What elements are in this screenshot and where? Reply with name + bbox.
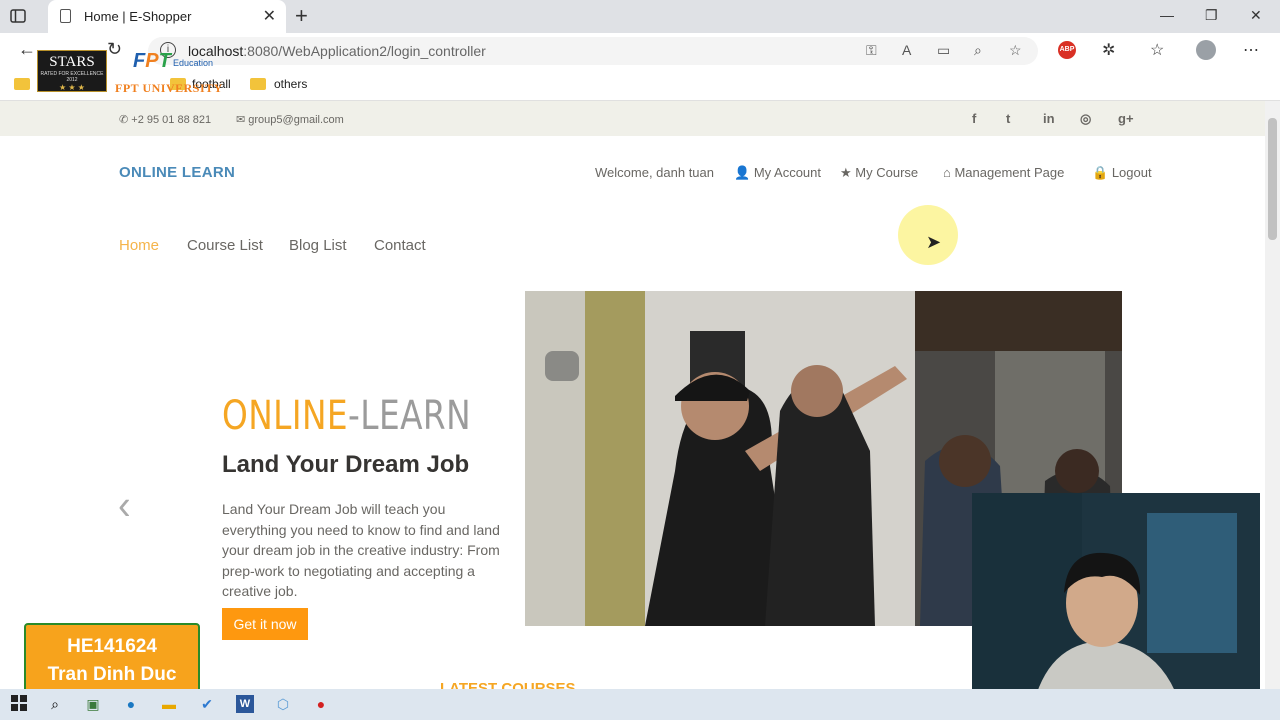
immersive-reader-icon[interactable]: ▭ — [937, 42, 950, 59]
dribbble-icon[interactable]: ◎ — [1080, 111, 1091, 127]
bookmark-others[interactable]: others — [274, 77, 307, 91]
logout-link[interactable]: 🔒 Logout — [1092, 165, 1152, 181]
facebook-icon[interactable]: f — [972, 111, 976, 126]
browser-tab-active[interactable]: Home | E-Shopper ✕ — [48, 0, 286, 33]
favorite-add-icon[interactable]: ☆ — [1009, 42, 1022, 59]
record-icon[interactable]: ● — [312, 695, 330, 713]
hero-subtitle: Land Your Dream Job — [222, 451, 470, 478]
key-icon[interactable]: ⚿ — [866, 42, 877, 59]
scrollbar-thumb[interactable] — [1268, 118, 1277, 240]
windows-taskbar: ⌕ ▣ ● ▬ ✔ W ⬡ ● — [0, 689, 1280, 720]
student-badge: HE141624 Tran Dinh Duc — [24, 623, 200, 697]
search-icon[interactable]: ⌕ — [46, 695, 64, 713]
google-plus-icon[interactable]: g+ — [1118, 111, 1134, 126]
site-logo[interactable]: ONLINE LEARN — [119, 164, 235, 181]
student-id: HE141624 — [67, 636, 157, 657]
favorites-icon[interactable]: ☆ — [1150, 40, 1164, 60]
refresh-icon[interactable]: ↻ — [107, 39, 122, 60]
student-name: Tran Dinh Duc — [47, 664, 177, 685]
folder-icon[interactable] — [14, 78, 30, 90]
header-top-bar: ✆ +2 95 01 88 821 ✉ group5@gmail.com f t… — [0, 101, 1265, 136]
url-text[interactable]: localhost:8080/WebApplication2/login_con… — [188, 43, 486, 59]
nav-contact[interactable]: Contact — [374, 237, 426, 254]
file-explorer-icon[interactable]: ▬ — [160, 695, 178, 713]
todo-icon[interactable]: ✔ — [198, 695, 216, 713]
nav-home[interactable]: Home — [119, 237, 159, 254]
sidebar-toggle-icon[interactable] — [10, 8, 38, 26]
adblock-icon[interactable]: ABP — [1058, 41, 1076, 59]
nav-course-list[interactable]: Course List — [187, 237, 263, 254]
nav-blog-list[interactable]: Blog List — [289, 237, 347, 254]
twitter-icon[interactable]: t — [1006, 111, 1010, 126]
edge-browser-icon[interactable]: ● — [122, 695, 140, 713]
mouse-cursor-icon: ➤ — [926, 232, 942, 252]
close-tab-icon[interactable]: ✕ — [263, 6, 276, 26]
page-icon — [60, 9, 71, 23]
minimize-icon[interactable]: — — [1160, 7, 1174, 23]
extensions-icon[interactable]: ✲ — [1102, 40, 1115, 60]
tab-title: Home | E-Shopper — [84, 9, 192, 24]
address-bar[interactable]: i localhost:8080/WebApplication2/login_c… — [148, 37, 1038, 65]
welcome-text: Welcome, danh tuan — [595, 165, 714, 180]
latest-courses-heading: LATEST COURSES — [440, 680, 576, 689]
more-menu-icon[interactable]: ⋯ — [1243, 40, 1259, 60]
app-icon[interactable]: ▣ — [84, 695, 102, 713]
management-page-link[interactable]: ⌂ Management Page — [943, 165, 1064, 180]
folder-icon[interactable] — [250, 78, 266, 90]
hero-description: Land Your Dream Job will teach you every… — [222, 501, 500, 599]
profile-avatar[interactable] — [1196, 40, 1216, 60]
fpt-logo: FPT Education — [133, 50, 214, 72]
get-it-now-button[interactable]: Get it now — [222, 608, 308, 640]
back-icon[interactable]: ← — [18, 39, 36, 60]
maximize-icon[interactable]: ❐ — [1205, 7, 1218, 24]
stars-logo: STARS RATED FOR EXCELLENCE 2012 ★ ★ ★ — [37, 50, 107, 92]
webcam-overlay — [972, 493, 1260, 710]
app-hexagon-icon[interactable]: ⬡ — [274, 695, 292, 713]
page-scrollbar[interactable] — [1265, 101, 1280, 689]
email-contact: ✉ group5@gmail.com — [236, 114, 344, 126]
browser-tab-bar: Home | E-Shopper ✕ + — ❐ ✕ — [0, 0, 1280, 33]
new-tab-icon[interactable]: + — [295, 3, 308, 29]
zoom-icon[interactable]: ⌕ — [974, 42, 982, 59]
fpt-university-label: FPT UNIVERSITY — [115, 81, 223, 95]
slider-prev-icon[interactable]: ‹ — [118, 483, 131, 530]
hero-title: ONLINE-LEARN — [222, 393, 472, 439]
my-account-link[interactable]: 👤 My Account — [734, 165, 821, 181]
linkedin-icon[interactable]: in — [1043, 111, 1055, 126]
read-aloud-icon[interactable]: A — [902, 42, 911, 58]
my-course-link[interactable]: ★ My Course — [840, 165, 918, 181]
window-close-icon[interactable]: ✕ — [1250, 7, 1262, 24]
word-icon[interactable]: W — [236, 695, 254, 713]
windows-start-icon[interactable] — [10, 695, 28, 713]
phone-contact: ✆ +2 95 01 88 821 — [119, 114, 212, 126]
